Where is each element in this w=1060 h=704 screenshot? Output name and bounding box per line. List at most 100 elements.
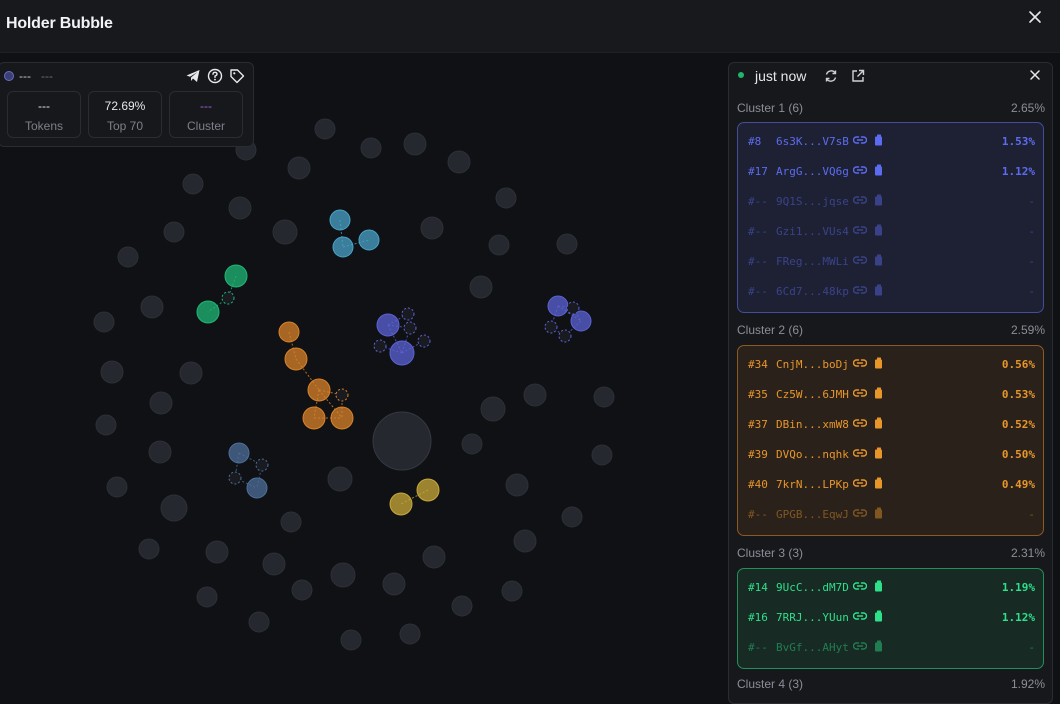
cluster-6-holder-bubble[interactable] xyxy=(228,442,250,464)
cluster-4-holder-bubble[interactable] xyxy=(196,300,220,324)
cluster-2-holder-bubble[interactable] xyxy=(547,295,569,317)
holder-bubble[interactable] xyxy=(140,295,164,319)
holder-bubble[interactable] xyxy=(148,440,172,464)
cluster-header[interactable]: Cluster 1 (6) 2.65% xyxy=(737,101,1045,115)
bubble-graph[interactable] xyxy=(0,53,725,684)
link-icon[interactable] xyxy=(852,507,868,519)
holder-bubble[interactable] xyxy=(149,391,173,415)
cluster-3-holder-bubble[interactable] xyxy=(330,406,354,430)
cluster-6-linked-bubble[interactable] xyxy=(255,458,269,472)
copy-icon[interactable] xyxy=(874,447,884,459)
holder-row[interactable]: #17 ArgG...VQ6g 1.12% xyxy=(738,156,1043,186)
cluster-4-linked-bubble[interactable] xyxy=(221,291,235,305)
holder-bubble[interactable] xyxy=(513,529,537,553)
holder-bubble[interactable] xyxy=(138,538,160,560)
holder-address[interactable]: FReg...MWLi xyxy=(776,255,849,268)
cluster-2-linked-bubble[interactable] xyxy=(544,320,558,334)
holder-bubble[interactable] xyxy=(461,433,483,455)
holder-address[interactable]: Gzi1...VUs4 xyxy=(776,225,849,238)
holder-bubble[interactable] xyxy=(360,137,382,159)
holder-bubble[interactable] xyxy=(182,173,204,195)
holder-row[interactable]: #-- 9Q1S...jqse - xyxy=(738,186,1043,216)
holder-bubble[interactable] xyxy=(403,132,427,156)
holder-bubble[interactable] xyxy=(163,221,185,243)
cluster-4-holder-bubble[interactable] xyxy=(224,264,248,288)
copy-icon[interactable] xyxy=(874,284,884,296)
cluster-5-holder-bubble[interactable] xyxy=(332,236,354,258)
holder-address[interactable]: CnjM...boDj xyxy=(776,358,849,371)
largest-holder-bubble[interactable] xyxy=(372,411,432,471)
cluster-header[interactable]: Cluster 2 (6) 2.59% xyxy=(737,323,1045,337)
cluster-header[interactable]: Cluster 4 (3) 1.92% xyxy=(737,677,1045,691)
holder-row[interactable]: #-- Gzi1...VUs4 - xyxy=(738,216,1043,246)
holder-bubble[interactable] xyxy=(95,414,117,436)
cluster-6-holder-bubble[interactable] xyxy=(246,477,268,499)
copy-icon[interactable] xyxy=(874,254,884,266)
holder-bubble[interactable] xyxy=(287,156,311,180)
holder-bubble[interactable] xyxy=(480,396,506,422)
cluster-1-holder-bubble[interactable] xyxy=(389,340,415,366)
holder-row[interactable]: #-- GPGB...EqwJ - xyxy=(738,499,1043,529)
holder-address[interactable]: 6s3K...V7sB xyxy=(776,135,849,148)
external-link-icon[interactable] xyxy=(850,68,866,84)
holder-bubble[interactable] xyxy=(505,473,529,497)
cluster-3-linked-bubble[interactable] xyxy=(335,388,349,402)
link-icon[interactable] xyxy=(852,477,868,489)
holder-bubble[interactable] xyxy=(291,579,313,601)
holder-bubble[interactable] xyxy=(100,360,124,384)
holder-address[interactable]: GPGB...EqwJ xyxy=(776,508,849,521)
holder-bubble[interactable] xyxy=(272,219,298,245)
holder-address[interactable]: BvGf...AHyt xyxy=(776,641,849,654)
holder-address[interactable]: 9UcC...dM7D xyxy=(776,581,849,594)
holder-row[interactable]: #34 CnjM...boDj 0.56% xyxy=(738,349,1043,379)
holder-row[interactable]: #35 Cz5W...6JMH 0.53% xyxy=(738,379,1043,409)
close-icon[interactable] xyxy=(1024,6,1046,28)
cluster-header[interactable]: Cluster 3 (3) 2.31% xyxy=(737,546,1045,560)
copy-icon[interactable] xyxy=(874,507,884,519)
copy-icon[interactable] xyxy=(874,194,884,206)
holder-bubble[interactable] xyxy=(93,311,115,333)
copy-icon[interactable] xyxy=(874,357,884,369)
holder-bubble[interactable] xyxy=(196,586,218,608)
holder-bubble[interactable] xyxy=(399,623,421,645)
bubble-graph-canvas[interactable] xyxy=(0,53,725,684)
link-icon[interactable] xyxy=(852,254,868,266)
holder-bubble[interactable] xyxy=(160,494,188,522)
cluster-7-holder-bubble[interactable] xyxy=(389,492,413,516)
holder-bubble[interactable] xyxy=(382,572,406,596)
holder-address[interactable]: 7RRJ...YUun xyxy=(776,611,849,624)
cluster-3-holder-bubble[interactable] xyxy=(302,406,326,430)
holder-row[interactable]: #37 DBin...xmW8 0.52% xyxy=(738,409,1043,439)
holder-bubble[interactable] xyxy=(488,234,510,256)
holder-row[interactable]: #-- BvGf...AHyt - xyxy=(738,632,1043,662)
copy-icon[interactable] xyxy=(874,477,884,489)
holder-bubble[interactable] xyxy=(495,187,517,209)
copy-icon[interactable] xyxy=(874,164,884,176)
holder-bubble[interactable] xyxy=(280,511,302,533)
holder-bubble[interactable] xyxy=(561,506,583,528)
link-icon[interactable] xyxy=(852,447,868,459)
holder-bubble[interactable] xyxy=(117,246,139,268)
holder-row[interactable]: #14 9UcC...dM7D 1.19% xyxy=(738,572,1043,602)
holder-bubble[interactable] xyxy=(179,361,203,385)
copy-icon[interactable] xyxy=(874,640,884,652)
holder-bubble[interactable] xyxy=(447,150,471,174)
cluster-3-holder-bubble[interactable] xyxy=(307,378,331,402)
telegram-icon[interactable] xyxy=(185,68,201,84)
holder-row[interactable]: #-- 6Cd7...48kp - xyxy=(738,276,1043,306)
copy-icon[interactable] xyxy=(874,610,884,622)
cluster-5-holder-bubble[interactable] xyxy=(329,209,351,231)
holder-bubble[interactable] xyxy=(469,275,493,299)
refresh-icon[interactable] xyxy=(823,68,839,84)
holder-bubble[interactable] xyxy=(420,216,444,240)
holder-bubble[interactable] xyxy=(422,545,446,569)
link-icon[interactable] xyxy=(852,284,868,296)
holder-bubble[interactable] xyxy=(248,611,270,633)
cluster-7-holder-bubble[interactable] xyxy=(416,478,440,502)
copy-icon[interactable] xyxy=(874,417,884,429)
holder-bubble[interactable] xyxy=(591,444,613,466)
cluster-5-holder-bubble[interactable] xyxy=(358,229,380,251)
link-icon[interactable] xyxy=(852,357,868,369)
cluster-2-linked-bubble[interactable] xyxy=(558,329,572,343)
link-icon[interactable] xyxy=(852,134,868,146)
